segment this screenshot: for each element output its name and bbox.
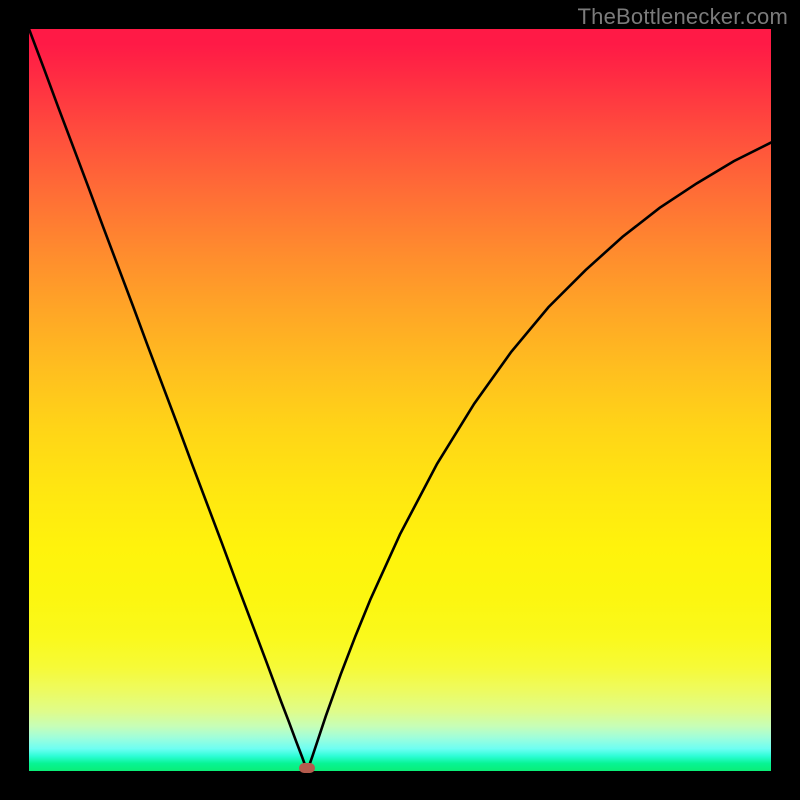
chart-canvas: TheBottlenecker.com [0,0,800,800]
watermark-link[interactable]: TheBottlenecker.com [578,4,788,30]
optimal-point-marker [299,763,315,773]
bottleneck-curve [29,29,771,771]
